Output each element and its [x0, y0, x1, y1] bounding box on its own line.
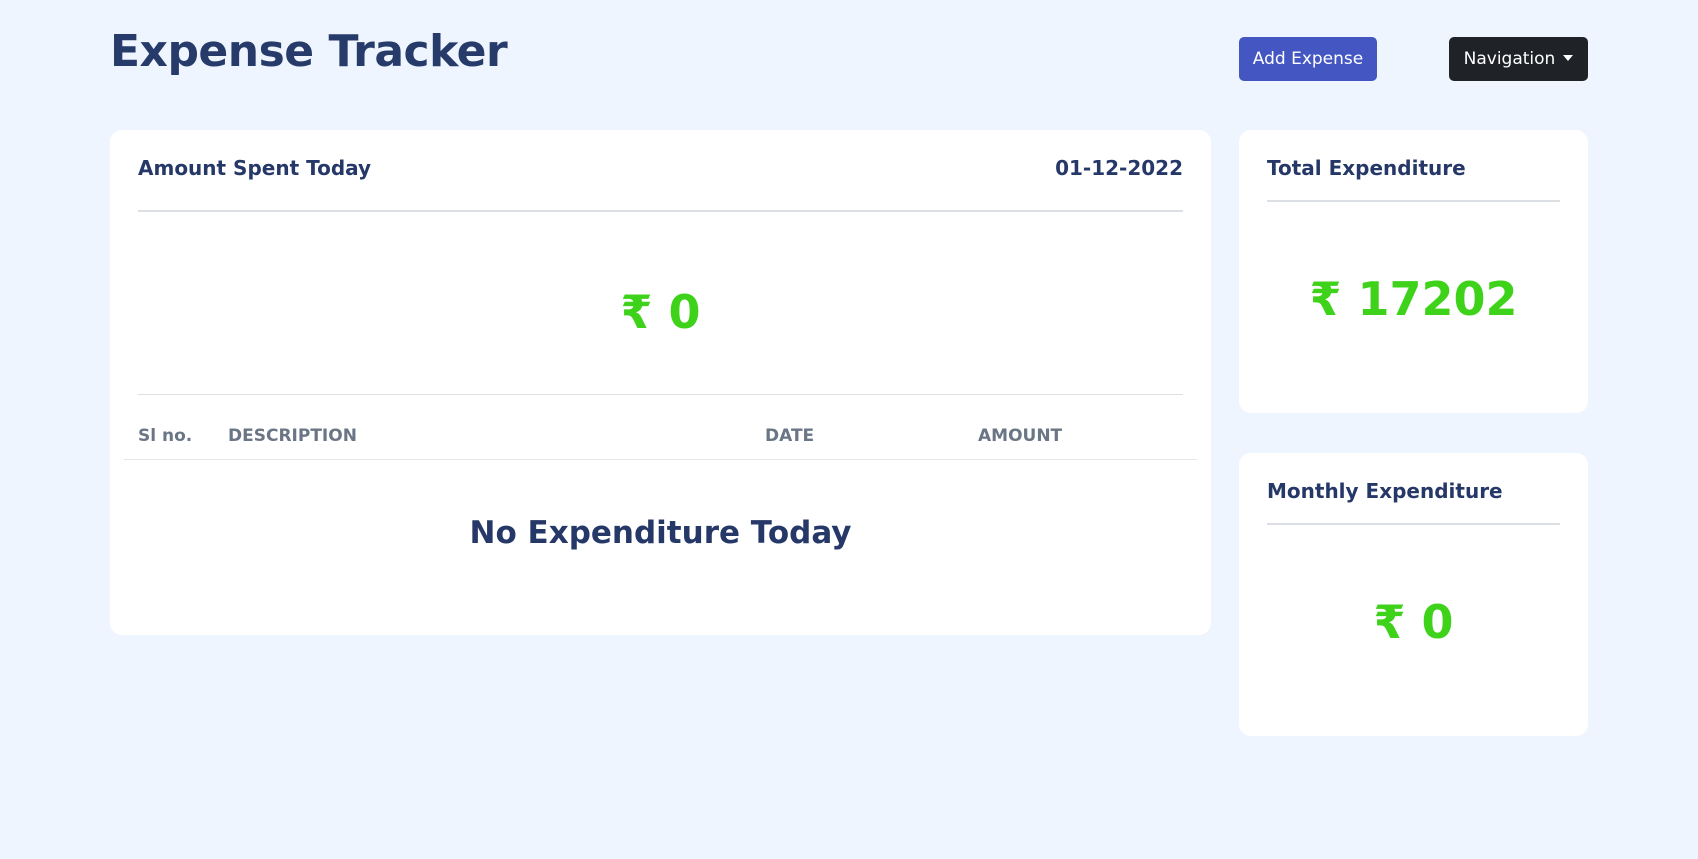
total-expenditure-card: Total Expenditure ₹ 17202 [1239, 130, 1588, 413]
today-expense-card: Amount Spent Today 01-12-2022 ₹ 0 Sl no.… [110, 130, 1211, 635]
column-header-amount: AMOUNT [978, 426, 1063, 446]
column-header-description: DESCRIPTION [228, 426, 357, 446]
total-amount: ₹ 17202 [1309, 272, 1518, 326]
expense-tracker-page: Expense Tracker Add Expense Navigation A… [0, 0, 1698, 859]
navigation-dropdown-button[interactable]: Navigation [1449, 37, 1588, 81]
chevron-down-icon [1563, 54, 1574, 61]
column-header-sl-no: Sl no. [138, 426, 193, 446]
today-card-heading: Amount Spent Today [138, 156, 372, 180]
today-card-header: Amount Spent Today 01-12-2022 [138, 156, 1183, 180]
page-title: Expense Tracker [110, 26, 508, 77]
divider [1267, 200, 1560, 202]
monthly-amount: ₹ 0 [1373, 595, 1454, 649]
total-card-heading: Total Expenditure [1267, 156, 1466, 180]
divider [138, 394, 1183, 395]
column-header-date: DATE [765, 426, 815, 446]
divider [1267, 523, 1560, 525]
add-expense-button[interactable]: Add Expense [1239, 37, 1377, 81]
table-header-divider [124, 459, 1197, 460]
navigation-label: Navigation [1463, 49, 1556, 69]
today-date: 01-12-2022 [1055, 156, 1183, 180]
today-amount: ₹ 0 [620, 285, 701, 339]
empty-state-message: No Expenditure Today [469, 515, 852, 551]
total-card-header: Total Expenditure [1267, 156, 1560, 180]
monthly-card-header: Monthly Expenditure [1267, 479, 1560, 503]
divider [138, 210, 1183, 212]
monthly-expenditure-card: Monthly Expenditure ₹ 0 [1239, 453, 1588, 736]
monthly-card-heading: Monthly Expenditure [1267, 479, 1503, 503]
